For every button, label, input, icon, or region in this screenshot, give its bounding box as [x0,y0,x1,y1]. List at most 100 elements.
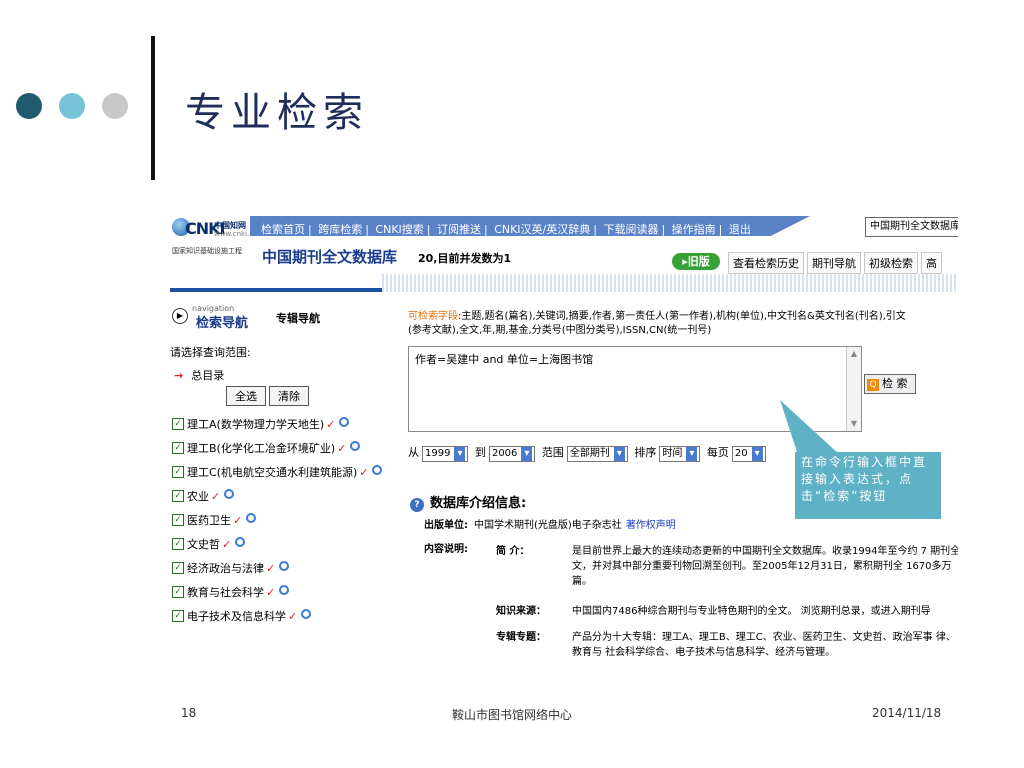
range-label: 范围 [541,446,564,459]
magnifier-icon[interactable] [339,417,350,427]
category-item: ✓ 农业 ✓ [172,484,382,508]
category-checkbox[interactable]: ✓ [172,562,184,574]
page-number: 18 [181,706,197,720]
query-text: 作者=吴建中 and 单位=上海图书馆 [415,353,594,366]
play-icon: ▶ [172,308,188,324]
category-checkbox[interactable]: ✓ [172,538,184,550]
search-button[interactable]: Q检 索 [864,374,916,394]
fields-hint-text: :主题,题名(篇名),关键词,摘要,作者,第一责任人(第一作者),机构(单位),… [408,311,906,336]
db-info-title: ? 数据库介绍信息: [410,492,526,512]
chevron-down-icon: ▾ [521,447,533,461]
category-checkbox[interactable]: ✓ [172,514,184,526]
info-value: 是目前世界上最大的连续动态更新的中国期刊全文数据库。收录1994年至今约 7 期… [572,546,958,587]
to-year-value: 2006 [491,448,518,459]
nav-link-logout[interactable]: 退出 [726,223,754,236]
magnifier-icon[interactable] [235,537,246,547]
check-mark-icon: ✓ [337,441,347,455]
footer-center: 鞍山市图书馆网络中心 [452,708,573,722]
select-all-button[interactable]: 全选 [226,386,266,406]
chevron-down-icon: ▾ [454,447,466,461]
logo-tagline: 国家知识基础设施工程 [172,247,242,255]
scroll-up-icon[interactable]: ▲ [848,348,860,360]
from-year-value: 1999 [425,448,451,459]
sort-value: 时间 [662,448,683,459]
copyright-link[interactable]: 著作权声明 [626,520,676,531]
range-select[interactable]: 全部期刊 ▾ [566,446,628,462]
nav-link-subscribe[interactable]: 订阅推送 [434,223,484,236]
info-key: 简 介： [496,546,530,557]
info-value: 中国国内7486种综合期刊与专业特色期刊的全文。 浏览期刊总录，或进入期刊导 [572,606,931,617]
cnki-screenshot: CNKI 中国知网 www.cnki.net 检索首页 | 跨库检索 | CNKI搜… [170,212,958,682]
scroll-down-icon[interactable]: ▼ [848,418,860,430]
category-item: ✓ 电子技术及信息科学 ✓ [172,604,382,628]
nav-title: 检索导航 [196,316,249,331]
nav-link-home[interactable]: 检索首页 [258,223,308,236]
chevron-down-icon: ▾ [751,447,763,461]
info-key: 专辑专题： [496,632,546,643]
nav-link-crossdb[interactable]: 跨库检索 [315,223,365,236]
category-label[interactable]: 农业 [187,488,209,504]
magnifier-icon[interactable] [350,441,361,451]
magnifier-icon[interactable] [224,489,235,499]
nav-link-dictionary[interactable]: CNKI汉英/英汉辞典 [491,223,593,236]
category-label[interactable]: 理工A(数学物理力学天地生) [187,416,324,432]
category-checkbox[interactable]: ✓ [172,442,184,454]
check-mark-icon: ✓ [222,537,232,551]
search-button-label: 检 索 [882,377,908,390]
category-label[interactable]: 经济政治与法律 [187,560,264,576]
nav-rule [170,288,382,292]
db-info-title-text: 数据库介绍信息: [430,496,527,511]
nav-link-search[interactable]: CNKI搜索 [372,223,426,236]
category-item: ✓ 文史哲 ✓ [172,532,382,556]
to-label: 到 [474,446,486,459]
title-divider [151,36,155,180]
category-label[interactable]: 医药卫生 [187,512,231,528]
category-checkbox[interactable]: ✓ [172,610,184,622]
toc-item[interactable]: → 总目录 [174,367,224,383]
clear-button[interactable]: 清除 [269,386,309,406]
sort-select[interactable]: 时间 ▾ [659,446,701,462]
per-page-select[interactable]: 20 ▾ [731,446,766,462]
info-value: 产品分为十大专辑：理工A、理工B、理工C、农业、医药卫生、文史哲、政治军事 律、… [572,632,956,658]
category-list: ✓ 理工A(数学物理力学天地生) ✓ ✓ 理工B(化学化工冶金环境矿业) ✓ ✓ 理工C(… [172,412,383,628]
magnifier-icon[interactable] [246,513,257,523]
old-version-label: 旧版 [687,255,710,268]
tab-advanced[interactable]: 高 [921,252,942,274]
from-year-select[interactable]: 1999 ▾ [422,446,469,462]
database-select[interactable]: 中国期刊全文数据库 [865,217,958,237]
magnifier-icon[interactable] [279,561,290,571]
category-checkbox[interactable]: ✓ [172,586,184,598]
tab-basic-search[interactable]: 初级检索 [864,252,918,274]
special-nav-tab[interactable]: 专辑导航 [276,310,320,326]
arrow-right-icon: → [174,369,184,382]
category-item: ✓ 医药卫生 ✓ [172,508,382,532]
category-checkbox[interactable]: ✓ [172,466,184,478]
category-item: ✓ 理工A(数学物理力学天地生) ✓ [172,412,382,436]
tab-search-history[interactable]: 查看检索历史 [728,252,804,274]
old-version-button[interactable]: ▸旧版 [672,253,720,270]
category-label[interactable]: 教育与社会科学 [187,584,264,600]
category-label[interactable]: 文史哲 [187,536,220,552]
nav-link-guide[interactable]: 操作指南 [669,223,719,236]
to-year-select[interactable]: 2006 ▾ [488,446,536,462]
magnifier-icon[interactable] [301,609,312,619]
magnifier-icon[interactable] [279,585,290,595]
category-label[interactable]: 理工B(化学化工冶金环境矿业) [187,440,335,456]
category-checkbox[interactable]: ✓ [172,490,184,502]
check-mark-icon: ✓ [326,417,336,431]
nav-link-reader[interactable]: 下载阅读器 [600,223,661,236]
category-checkbox[interactable]: ✓ [172,418,184,430]
selection-buttons: 全选 清除 [226,386,312,406]
top-navigation: CNKI 中国知网 www.cnki.net 检索首页 | 跨库检索 | CNKI搜… [170,212,958,244]
info-key: 知识来源： [496,606,546,617]
category-item: ✓ 理工C(机电航空交通水利建筑能源) ✓ [172,460,383,484]
per-page-label: 每页 [706,446,729,459]
magnifier-icon[interactable] [372,465,383,475]
per-page-value: 20 [734,448,748,459]
category-label[interactable]: 电子技术及信息科学 [187,608,286,624]
category-label[interactable]: 理工C(机电航空交通水利建筑能源) [187,464,357,480]
tab-journal-nav[interactable]: 期刊导航 [807,252,861,274]
chevron-down-icon: ▾ [686,447,698,461]
command-scrollbar[interactable]: ▲ ▼ [846,347,861,431]
check-mark-icon: ✓ [288,609,298,623]
